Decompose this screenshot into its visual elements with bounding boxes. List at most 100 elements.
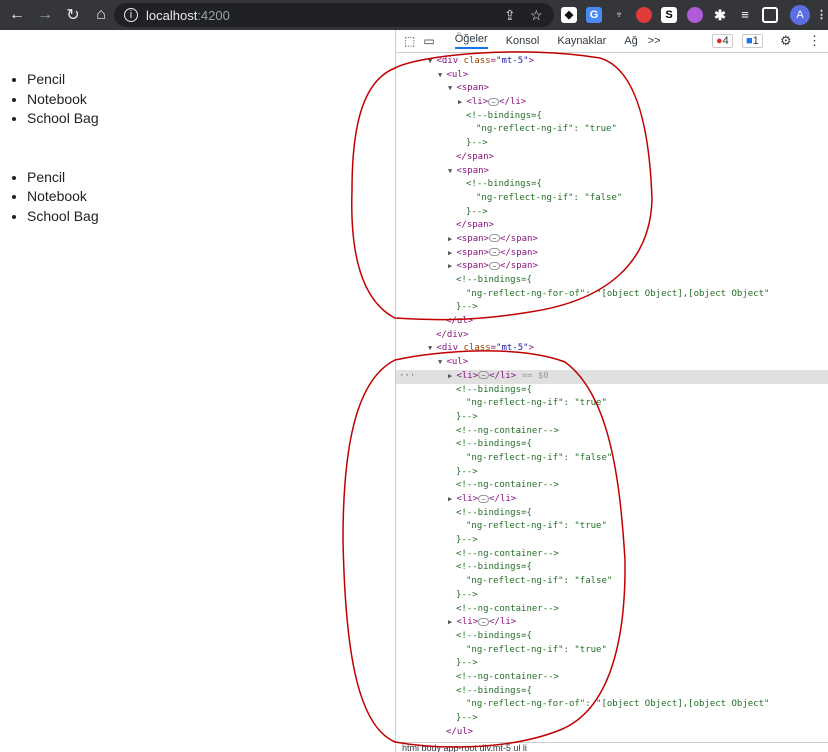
more-options-icon[interactable]: ⋮ bbox=[808, 33, 821, 49]
gear-icon[interactable]: ⚙ bbox=[780, 33, 792, 49]
dom-comment-line[interactable]: "ng-reflect-ng-if": "false" bbox=[396, 452, 828, 466]
dom-comment-line[interactable]: <!--bindings={ bbox=[396, 561, 828, 575]
expand-dots-icon[interactable]: … bbox=[478, 371, 490, 380]
comment-text: }--> bbox=[466, 138, 488, 149]
plug-icon[interactable]: ♆ bbox=[611, 7, 627, 23]
menu-icon[interactable]: ⋮ bbox=[816, 7, 827, 23]
tag-text: <span>… </span> bbox=[456, 233, 538, 244]
dom-node-line[interactable]: </ul> bbox=[396, 315, 828, 329]
dom-comment-line[interactable]: }--> bbox=[396, 137, 828, 151]
dom-comment-line[interactable]: }--> bbox=[396, 206, 828, 220]
breadcrumb[interactable]: html body app-root div.mt-5 ul li bbox=[396, 742, 828, 752]
dom-comment-line[interactable]: <!--bindings={ bbox=[396, 178, 828, 192]
info-icon[interactable]: i bbox=[124, 8, 138, 22]
message-count-badge[interactable]: ■ 1 bbox=[742, 34, 763, 48]
dom-comment-line[interactable]: "ng-reflect-ng-for-of": "[object Object]… bbox=[396, 698, 828, 712]
home-icon[interactable]: ⌂ bbox=[90, 6, 112, 24]
dom-comment-line[interactable]: "ng-reflect-ng-if": "false" bbox=[396, 575, 828, 589]
dom-comment-line[interactable]: "ng-reflect-ng-if": "false" bbox=[396, 192, 828, 206]
expand-dots-icon[interactable]: … bbox=[488, 261, 500, 270]
expand-dots-icon[interactable]: … bbox=[478, 617, 490, 626]
dom-comment-line[interactable]: }--> bbox=[396, 466, 828, 480]
dom-comment-line[interactable]: }--> bbox=[396, 301, 828, 315]
dom-comment-line[interactable]: <!--bindings={ bbox=[396, 630, 828, 644]
dom-comment-line[interactable]: "ng-reflect-ng-if": "true" bbox=[396, 644, 828, 658]
dom-node-line[interactable]: ▶ <li>… </li> bbox=[396, 96, 828, 110]
comment-text: <!--bindings={ bbox=[456, 685, 532, 696]
sidebar-icon[interactable] bbox=[762, 7, 778, 23]
translate-icon[interactable]: G bbox=[586, 7, 602, 23]
star-icon[interactable]: ☆ bbox=[530, 7, 543, 24]
brain-icon[interactable] bbox=[687, 7, 703, 23]
dom-comment-line[interactable]: <!--bindings={ bbox=[396, 685, 828, 699]
dom-node-line[interactable]: ▼ <div class="mt-5"> bbox=[396, 342, 828, 356]
dom-comment-line[interactable]: }--> bbox=[396, 657, 828, 671]
expand-dots-icon[interactable]: … bbox=[488, 97, 500, 106]
row-menu-icon[interactable]: ··· bbox=[399, 370, 415, 384]
dom-comment-line[interactable]: "ng-reflect-ng-for-of": "[object Object]… bbox=[396, 288, 828, 302]
dom-node-line[interactable]: ▶ <span>… </span> bbox=[396, 260, 828, 274]
forward-icon[interactable]: → bbox=[34, 6, 56, 24]
ext-s-icon[interactable]: S bbox=[661, 7, 677, 23]
tab-elements[interactable]: Öğeler bbox=[454, 33, 488, 49]
dom-comment-line[interactable]: <!--ng-container--> bbox=[396, 603, 828, 617]
dom-comment-line[interactable]: }--> bbox=[396, 589, 828, 603]
media-icon[interactable]: ≡ bbox=[737, 7, 753, 23]
ext-red-icon[interactable] bbox=[636, 7, 652, 23]
dom-node-line[interactable]: ▶ <li>… </li> bbox=[396, 616, 828, 630]
expand-dots-icon[interactable]: … bbox=[488, 234, 500, 243]
dom-node-line[interactable]: ··· ▶ <li>… </li> == $0 bbox=[396, 369, 828, 384]
expand-dots-icon[interactable]: … bbox=[478, 494, 490, 503]
dom-node-line[interactable]: ▶ <li>… </li> bbox=[396, 493, 828, 507]
dom-comment-line[interactable]: }--> bbox=[396, 712, 828, 726]
comment-text: <!--bindings={ bbox=[456, 384, 532, 395]
device-toggle-icon[interactable]: ▭ bbox=[423, 34, 434, 48]
expand-dots-icon[interactable]: … bbox=[488, 248, 500, 257]
dom-comment-line[interactable]: <!--bindings={ bbox=[396, 110, 828, 124]
dom-node-line[interactable]: ▼ <div class="mt-5"> bbox=[396, 55, 828, 69]
dom-comment-line[interactable]: "ng-reflect-ng-if": "true" bbox=[396, 520, 828, 534]
back-icon[interactable]: ← bbox=[6, 6, 28, 24]
comment-text: <!--bindings={ bbox=[466, 179, 542, 190]
dom-node-line[interactable]: </div> bbox=[396, 329, 828, 343]
dom-comment-line[interactable]: <!--ng-container--> bbox=[396, 548, 828, 562]
tab-console[interactable]: Konsol bbox=[506, 35, 540, 47]
ext-1-icon[interactable]: ◆ bbox=[561, 7, 577, 23]
dom-node-line[interactable]: </span> bbox=[396, 219, 828, 233]
tag-text: </div> bbox=[436, 329, 469, 340]
more-tabs-button[interactable]: >> bbox=[648, 35, 661, 47]
dom-node-line[interactable]: ▼ <ul> bbox=[396, 356, 828, 370]
dom-comment-line[interactable]: <!--bindings={ bbox=[396, 384, 828, 398]
dom-comment-line[interactable]: }--> bbox=[396, 411, 828, 425]
devtools-tabbar: ⬚ ▭ Öğeler Konsol Kaynaklar Ağ >> ● 4 ■ 1 … bbox=[396, 30, 828, 53]
comment-text: "ng-reflect-ng-for-of": "[object Object]… bbox=[466, 288, 770, 299]
dom-comment-line[interactable]: <!--bindings={ bbox=[396, 274, 828, 288]
puzzle-icon[interactable]: ✱ bbox=[712, 7, 728, 23]
dom-comment-line[interactable]: }--> bbox=[396, 534, 828, 548]
dom-node-line[interactable]: ▼ <ul> bbox=[396, 69, 828, 83]
tab-network[interactable]: Ağ bbox=[624, 35, 637, 47]
dom-node-line[interactable]: ▼ <span> bbox=[396, 82, 828, 96]
dom-node-line[interactable]: </span> bbox=[396, 151, 828, 165]
tag-text: </ul> bbox=[446, 316, 474, 327]
share-icon[interactable]: ⇪ bbox=[504, 7, 516, 24]
dom-node-line[interactable]: </ul> bbox=[396, 726, 828, 740]
dom-comment-line[interactable]: "ng-reflect-ng-if": "true" bbox=[396, 397, 828, 411]
inspect-icon[interactable]: ⬚ bbox=[404, 34, 415, 48]
error-count-badge[interactable]: ● 4 bbox=[712, 34, 733, 48]
tab-sources[interactable]: Kaynaklar bbox=[557, 35, 606, 47]
dom-node-line[interactable]: ▶ <span>… </span> bbox=[396, 247, 828, 261]
comment-text: <!--bindings={ bbox=[456, 507, 532, 518]
dom-comment-line[interactable]: <!--ng-container--> bbox=[396, 671, 828, 685]
address-bar[interactable]: i localhost:4200 ⇪ ☆ bbox=[114, 3, 554, 27]
profile-avatar[interactable]: A bbox=[790, 5, 810, 25]
dom-comment-line[interactable]: "ng-reflect-ng-if": "true" bbox=[396, 123, 828, 137]
dom-node-line[interactable]: ▼ <span> bbox=[396, 165, 828, 179]
reload-icon[interactable]: ↻ bbox=[62, 5, 84, 25]
dom-comment-line[interactable]: <!--ng-container--> bbox=[396, 425, 828, 439]
dom-comment-line[interactable]: <!--ng-container--> bbox=[396, 479, 828, 493]
dom-node-line[interactable]: ▶ <span>… </span> bbox=[396, 233, 828, 247]
dom-comment-line[interactable]: <!--bindings={ bbox=[396, 507, 828, 521]
dom-comment-line[interactable]: <!--bindings={ bbox=[396, 438, 828, 452]
tag-text: <ul> bbox=[446, 357, 469, 368]
